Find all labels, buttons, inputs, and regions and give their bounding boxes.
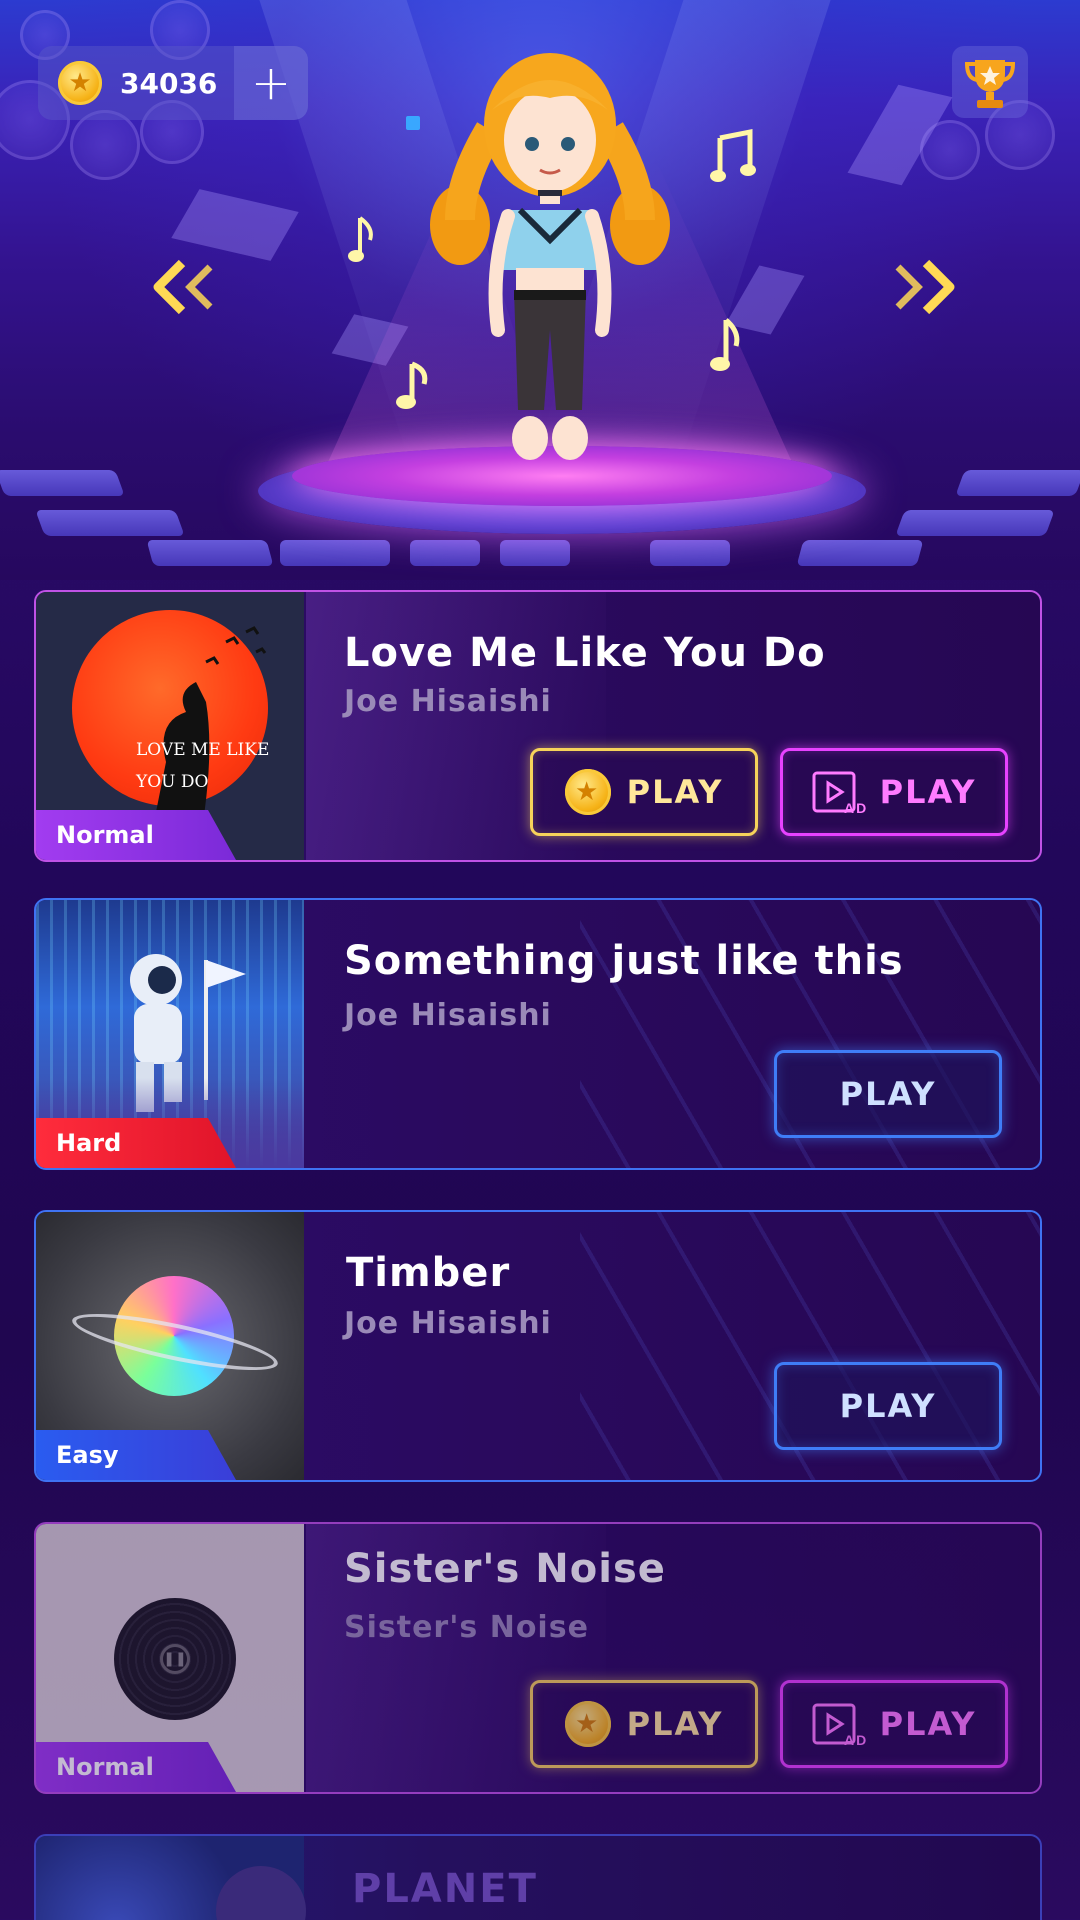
button-label: PLAY [879, 1705, 977, 1743]
song-artist: Joe Hisaishi [344, 684, 552, 719]
leaderboard-button[interactable] [952, 46, 1028, 118]
play-button[interactable]: PLAY [774, 1362, 1002, 1450]
song-title: PLANET [352, 1866, 538, 1912]
song-artist: Joe Hisaishi [344, 1306, 552, 1341]
add-coins-button[interactable]: + [234, 46, 308, 120]
piano-tile [410, 540, 480, 566]
planet-artwork [216, 1866, 306, 1920]
piano-tile [500, 540, 570, 566]
music-note-icon [710, 128, 756, 182]
song-artist: Joe Hisaishi [344, 998, 552, 1033]
song-title: Something just like this [344, 938, 904, 984]
ad-play-button[interactable]: AD PLAY [780, 748, 1008, 836]
difficulty-badge: Normal [36, 1742, 236, 1792]
coin-play-button[interactable]: ★ PLAY [530, 748, 758, 836]
piano-tile [146, 540, 274, 566]
music-note-icon [348, 216, 373, 262]
album-cover: Easy [36, 1212, 304, 1480]
coin-count: 34036 [120, 66, 218, 100]
button-label: PLAY [626, 773, 724, 811]
previous-character-button[interactable] [140, 252, 224, 322]
ad-play-button[interactable]: AD PLAY [780, 1680, 1008, 1768]
pause-icon: ❚❚ [160, 1644, 190, 1674]
video-ad-icon: AD [812, 771, 866, 815]
song-title: Love Me Like You Do [344, 630, 826, 676]
character-stage: ★ 34036 + [0, 0, 1080, 580]
song-card[interactable]: Easy Timber Joe Hisaishi PLAY [34, 1210, 1042, 1482]
cover-text: LOVE ME LIKE YOU DO [136, 740, 270, 792]
floating-tile [171, 189, 299, 261]
song-title: Timber [346, 1250, 511, 1296]
album-cover: Hard [36, 900, 304, 1168]
ad-badge: AD [844, 1732, 866, 1747]
double-chevron-right-icon [895, 259, 955, 315]
album-cover: LOVE ME LIKE YOU DO Normal [36, 592, 304, 860]
trophy-icon [965, 60, 1015, 108]
coin-play-button[interactable]: ★ PLAY [530, 1680, 758, 1768]
song-title: Sister's Noise [344, 1546, 666, 1592]
song-card[interactable]: LOVE ME LIKE YOU DO Normal Love Me Like … [34, 590, 1042, 862]
speaker-decoration [70, 110, 140, 180]
song-card[interactable]: PLANET [34, 1834, 1042, 1920]
play-button[interactable]: PLAY [774, 1050, 1002, 1138]
piano-tile [955, 470, 1080, 496]
album-cover: ❚❚ Normal [36, 1524, 304, 1792]
piano-tile [650, 540, 730, 566]
dancer-character[interactable] [420, 40, 680, 480]
album-cover [36, 1836, 306, 1920]
piano-tile [0, 470, 125, 496]
music-note-icon [710, 318, 740, 371]
song-artist: Sister's Noise [344, 1610, 589, 1645]
ad-badge: AD [844, 800, 866, 815]
piano-tile [796, 540, 924, 566]
coin-balance: ★ 34036 + [38, 46, 308, 120]
sparkle [406, 116, 420, 130]
song-card[interactable]: ❚❚ Normal Sister's Noise Sister's Noise … [34, 1522, 1042, 1794]
difficulty-badge: Normal [36, 810, 236, 860]
double-chevron-left-icon [153, 259, 213, 315]
song-card[interactable]: Hard Something just like this Joe Hisais… [34, 898, 1042, 1170]
next-character-button[interactable] [884, 252, 968, 322]
difficulty-badge: Hard [36, 1118, 236, 1168]
button-label: PLAY [626, 1705, 724, 1743]
difficulty-badge: Easy [36, 1430, 236, 1480]
piano-tile [895, 510, 1055, 536]
coin-icon: ★ [58, 61, 102, 105]
button-label: PLAY [879, 773, 977, 811]
coin-icon: ★ [564, 769, 611, 815]
piano-tile [35, 510, 185, 536]
piano-tile [280, 540, 390, 566]
video-ad-icon: AD [812, 1703, 866, 1747]
coin-icon: ★ [564, 1701, 611, 1747]
music-note-icon [396, 361, 428, 409]
